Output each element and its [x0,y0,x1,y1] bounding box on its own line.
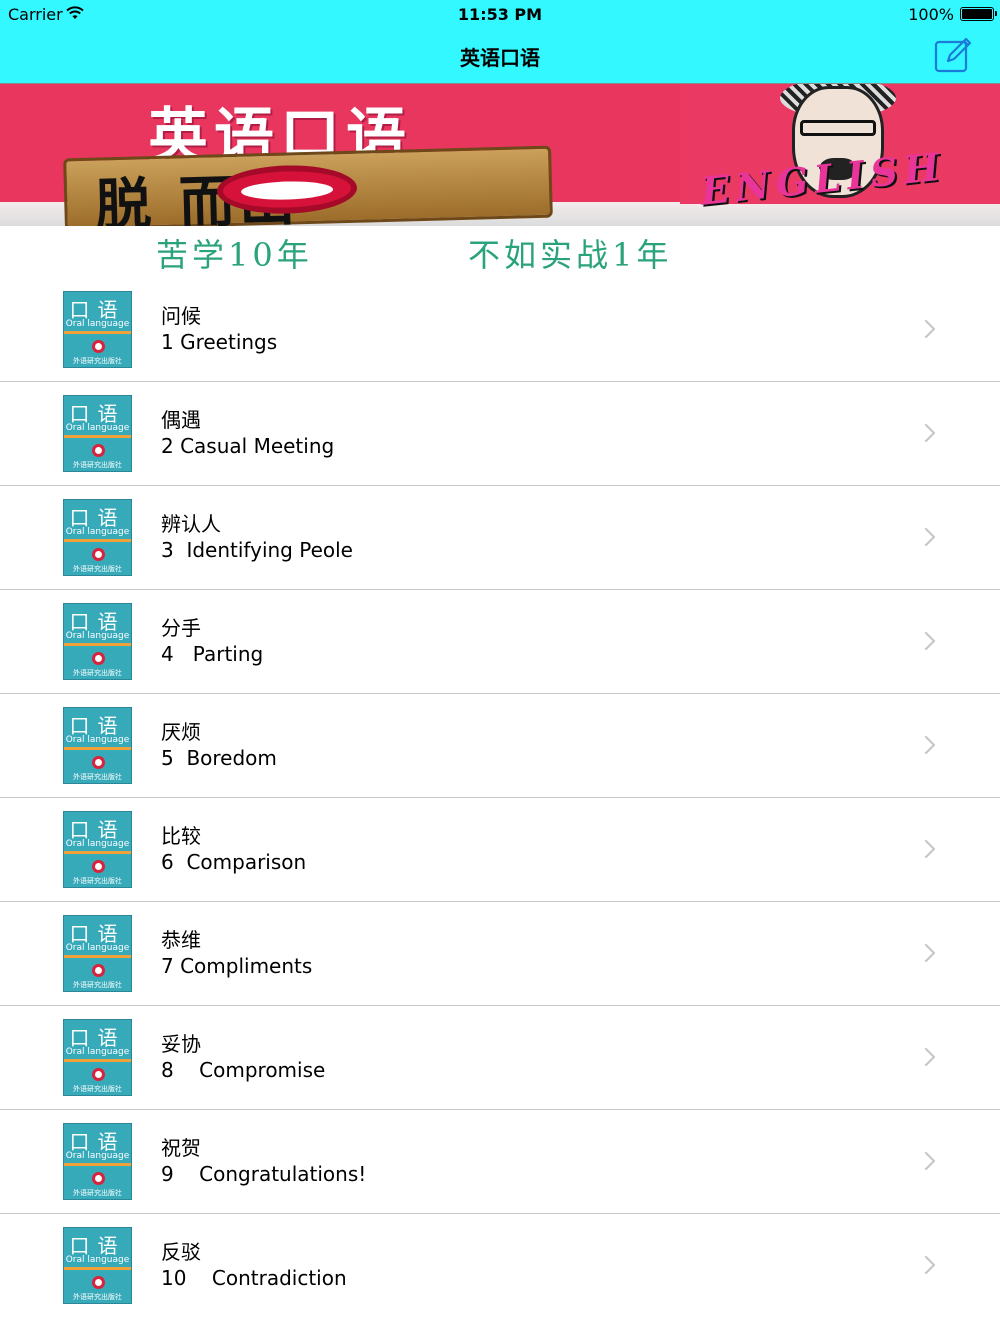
thumbnail-badge-icon [92,1172,105,1185]
list-item[interactable]: 口语 Oral language 外语研究出版社 厌烦 5 Boredom [0,694,1000,798]
thumbnail-publisher: 外语研究出版社 [73,1293,122,1301]
thumbnail-badge-icon [92,652,105,665]
chevron-right-icon [924,631,936,651]
lesson-title-cn: 恭维 [161,928,201,952]
slogan: 苦学10年 不如实战1年 [0,226,1000,274]
slogan-right: 不如实战1年 [468,236,673,274]
thumbnail-subtitle: Oral language [65,943,130,953]
lesson-thumbnail: 口语 Oral language 外语研究出版社 [63,499,132,576]
lesson-title-en: 1 Greetings [161,330,278,354]
lesson-title-cn: 问候 [161,304,201,328]
thumbnail-badge-icon [92,444,105,457]
list-item[interactable]: 口语 Oral language 外语研究出版社 恭维 7 Compliment… [0,902,1000,1006]
lesson-thumbnail: 口语 Oral language 外语研究出版社 [63,811,132,888]
list-item[interactable]: 口语 Oral language 外语研究出版社 妥协 8 Compromise [0,1006,1000,1110]
thumbnail-subtitle: Oral language [65,839,130,849]
banner-image: 英语口语 脱 而出 ENGLISH [0,84,1000,226]
lesson-title-en: 8 Compromise [161,1058,326,1082]
thumbnail-badge-icon [92,756,105,769]
status-bar: Carrier 11:53 PM 100% [0,0,1000,28]
battery-percentage: 100% [908,5,954,24]
thumbnail-badge-icon [92,860,105,873]
thumbnail-publisher: 外语研究出版社 [73,877,122,885]
chevron-right-icon [924,839,936,859]
page-title: 英语口语 [460,46,540,70]
lesson-title-cn: 厌烦 [161,720,201,744]
thumbnail-subtitle: Oral language [65,1255,130,1265]
lesson-title-en: 10 Contradiction [161,1266,347,1290]
status-time: 11:53 PM [457,5,543,24]
thumbnail-badge-icon [92,964,105,977]
chevron-right-icon [924,423,936,443]
list-item[interactable]: 口语 Oral language 外语研究出版社 分手 4 Parting [0,590,1000,694]
chevron-right-icon [924,943,936,963]
thumbnail-publisher: 外语研究出版社 [73,773,122,781]
thumbnail-badge-icon [92,340,105,353]
lesson-title-cn: 妥协 [161,1032,201,1056]
lesson-title-cn: 偶遇 [161,408,201,432]
lesson-title-en: 5 Boredom [161,746,277,770]
lesson-thumbnail: 口语 Oral language 外语研究出版社 [63,1227,132,1304]
thumbnail-subtitle: Oral language [65,1151,130,1161]
list-item[interactable]: 口语 Oral language 外语研究出版社 问候 1 Greetings [0,278,1000,382]
lesson-title-cn: 分手 [161,616,201,640]
lesson-thumbnail: 口语 Oral language 外语研究出版社 [63,707,132,784]
battery-icon [960,7,997,21]
lesson-title-cn: 反驳 [161,1240,201,1264]
lesson-title-en: 3 Identifying Peole [161,538,353,562]
list-item[interactable]: 口语 Oral language 外语研究出版社 比较 6 Comparison [0,798,1000,902]
thumbnail-subtitle: Oral language [65,631,130,641]
thumbnail-publisher: 外语研究出版社 [73,565,122,573]
banner-sign: 脱 而出 [63,145,553,226]
chevron-right-icon [924,1047,936,1067]
slogan-left: 苦学10年 [156,236,313,274]
lesson-thumbnail: 口语 Oral language 外语研究出版社 [63,915,132,992]
thumbnail-subtitle: Oral language [65,423,130,433]
chevron-right-icon [924,527,936,547]
list-item[interactable]: 口语 Oral language 外语研究出版社 辨认人 3 Identifyi… [0,486,1000,590]
lesson-thumbnail: 口语 Oral language 外语研究出版社 [63,1019,132,1096]
list-item[interactable]: 口语 Oral language 外语研究出版社 祝贺 9 Congratula… [0,1110,1000,1214]
lesson-title-en: 2 Casual Meeting [161,434,335,458]
chevron-right-icon [924,319,936,339]
thumbnail-publisher: 外语研究出版社 [73,357,122,365]
thumbnail-subtitle: Oral language [65,319,130,329]
thumbnail-publisher: 外语研究出版社 [73,1189,122,1197]
thumbnail-publisher: 外语研究出版社 [73,1085,122,1093]
lesson-title-en: 7 Compliments [161,954,313,978]
lesson-title-cn: 比较 [161,824,201,848]
thumbnail-publisher: 外语研究出版社 [73,461,122,469]
thumbnail-publisher: 外语研究出版社 [73,981,122,989]
thumbnail-subtitle: Oral language [65,527,130,537]
lesson-list: 口语 Oral language 外语研究出版社 问候 1 Greetings … [0,278,1000,1318]
list-item[interactable]: 口语 Oral language 外语研究出版社 偶遇 2 Casual Mee… [0,382,1000,486]
lesson-title-cn: 辨认人 [161,512,221,536]
thumbnail-badge-icon [92,548,105,561]
chevron-right-icon [924,1255,936,1275]
lesson-thumbnail: 口语 Oral language 外语研究出版社 [63,603,132,680]
navigation-bar: Carrier 11:53 PM 100% 英语口语 [0,0,1000,84]
chevron-right-icon [924,735,936,755]
thumbnail-badge-icon [92,1068,105,1081]
compose-icon[interactable] [933,36,973,74]
lesson-title-en: 9 Congratulations! [161,1162,367,1186]
thumbnail-subtitle: Oral language [65,1047,130,1057]
thumbnail-subtitle: Oral language [65,735,130,745]
lesson-thumbnail: 口语 Oral language 外语研究出版社 [63,395,132,472]
chevron-right-icon [924,1151,936,1171]
lesson-thumbnail: 口语 Oral language 外语研究出版社 [63,1123,132,1200]
lesson-title-en: 6 Comparison [161,850,307,874]
portrait-illustration: ENGLISH [680,84,1000,214]
thumbnail-publisher: 外语研究出版社 [73,669,122,677]
thumbnail-badge-icon [92,1276,105,1289]
list-item[interactable]: 口语 Oral language 外语研究出版社 反驳 10 Contradic… [0,1214,1000,1318]
lesson-title-en: 4 Parting [161,642,264,666]
lesson-title-cn: 祝贺 [161,1136,201,1160]
lesson-thumbnail: 口语 Oral language 外语研究出版社 [63,291,132,368]
